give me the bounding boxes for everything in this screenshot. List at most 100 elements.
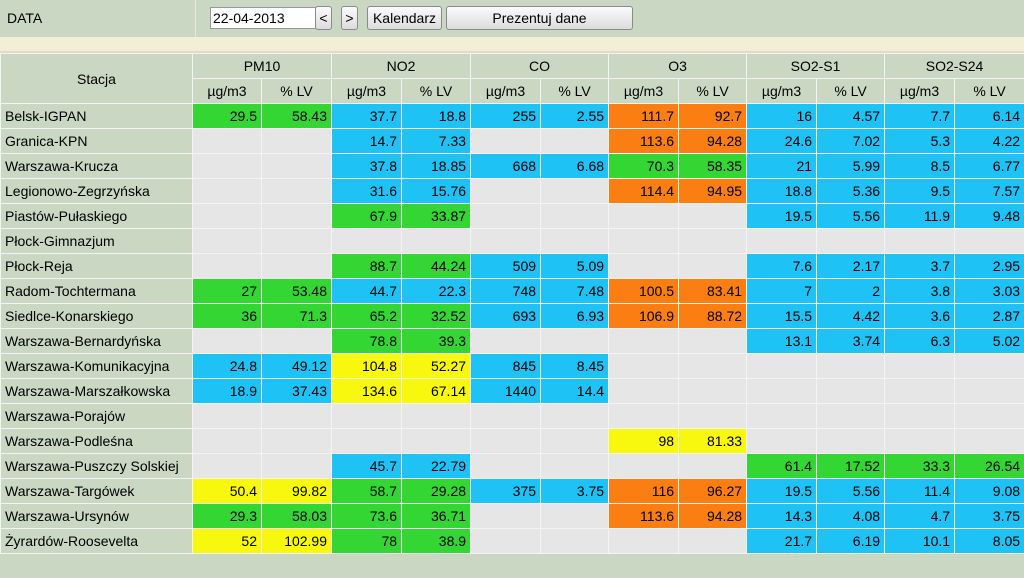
unit-header: µg/m3: [331, 78, 403, 104]
concentration-cell: 45.7: [331, 453, 403, 479]
concentration-cell: 111.7: [608, 103, 680, 129]
percent-lv-cell: 102.99: [260, 528, 333, 554]
concentration-cell: 8.5: [884, 153, 956, 179]
concentration-cell: [884, 428, 956, 454]
concentration-cell: [608, 353, 680, 379]
percent-lv-cell: 5.02: [954, 328, 1024, 354]
percent-lv-cell: [816, 403, 886, 429]
concentration-cell: [192, 403, 262, 429]
percent-lv-cell: [540, 503, 610, 529]
table-row: Warszawa-Podleśna 98 81.33: [0, 428, 1024, 454]
concentration-cell: [746, 378, 818, 404]
percent-lv-cell: 15.76: [401, 178, 472, 204]
concentration-cell: [884, 228, 956, 254]
table-row: Warszawa-Bernardyńska 78.8 39.3 13.1 3.74 6.3…: [0, 328, 1024, 354]
percent-lv-cell: [260, 328, 333, 354]
percent-lv-cell: 44.24: [401, 253, 472, 279]
percent-lv-cell: [678, 378, 748, 404]
concentration-cell: 113.6: [608, 128, 680, 154]
concentration-cell: 3.8: [884, 278, 956, 304]
percent-lv-cell: 99.82: [260, 478, 333, 504]
table-row: Warszawa-Ursynów 29.3 58.03 73.6 36.71 113.6 9…: [0, 503, 1024, 529]
unit-header: % LV: [540, 78, 610, 104]
concentration-cell: 748: [470, 278, 542, 304]
concentration-cell: 9.5: [884, 178, 956, 204]
concentration-cell: [608, 253, 680, 279]
concentration-cell: 19.5: [746, 203, 818, 229]
station-name: Legionowo-Zegrzyńska: [0, 178, 193, 204]
date-label-cell: DATA: [0, 0, 196, 37]
percent-lv-cell: [678, 328, 748, 354]
percent-lv-cell: 7.02: [816, 128, 886, 154]
concentration-cell: 3.7: [884, 253, 956, 279]
concentration-cell: 37.7: [331, 103, 403, 129]
station-name: Warszawa-Porajów: [0, 403, 193, 429]
concentration-cell: 78.8: [331, 328, 403, 354]
percent-lv-cell: [816, 228, 886, 254]
station-name: Warszawa-Targówek: [0, 478, 193, 504]
unit-header: µg/m3: [884, 78, 956, 104]
previous-day-button[interactable]: <: [315, 6, 332, 30]
percent-lv-cell: [260, 428, 333, 454]
percent-lv-cell: 3.03: [954, 278, 1024, 304]
concentration-cell: 845: [470, 353, 542, 379]
concentration-cell: [884, 353, 956, 379]
percent-lv-cell: 71.3: [260, 303, 333, 329]
percent-lv-cell: [678, 253, 748, 279]
station-name: Warszawa-Ursynów: [0, 503, 193, 529]
concentration-cell: [608, 378, 680, 404]
concentration-cell: 61.4: [746, 453, 818, 479]
percent-lv-cell: 5.56: [816, 478, 886, 504]
percent-lv-cell: [678, 528, 748, 554]
concentration-cell: [884, 378, 956, 404]
table-row: Żyrardów-Roosevelta 52 102.99 78 38.9 21.7 6.1…: [0, 528, 1024, 554]
unit-header: µg/m3: [470, 78, 542, 104]
concentration-cell: 50.4: [192, 478, 262, 504]
concentration-cell: 52: [192, 528, 262, 554]
date-input[interactable]: 22-04-2013: [210, 7, 330, 29]
table-row: Granica-KPN 14.7 7.33 113.6 94.28 24.6 7.02 5.3…: [0, 128, 1024, 154]
table-row: Płock-Reja 88.7 44.24 509 5.09 7.6 2.17 3.7 2.95: [0, 253, 1024, 279]
percent-lv-cell: [678, 228, 748, 254]
station-name: Granica-KPN: [0, 128, 193, 154]
next-day-button[interactable]: >: [341, 6, 358, 30]
table-row: Płock-Gimnazjum: [0, 228, 1024, 254]
percent-lv-cell: 5.56: [816, 203, 886, 229]
percent-lv-cell: [678, 353, 748, 379]
calendar-button[interactable]: Kalendarz: [367, 6, 442, 30]
percent-lv-cell: 58.35: [678, 153, 748, 179]
concentration-cell: 18.9: [192, 378, 262, 404]
concentration-cell: 4.7: [884, 503, 956, 529]
percent-lv-cell: 2.55: [540, 103, 610, 129]
percent-lv-cell: 7.48: [540, 278, 610, 304]
pollutant-header: O3: [608, 53, 748, 79]
percent-lv-cell: [540, 428, 610, 454]
percent-lv-cell: [260, 403, 333, 429]
concentration-cell: [746, 403, 818, 429]
percent-lv-cell: 6.93: [540, 303, 610, 329]
concentration-cell: 11.4: [884, 478, 956, 504]
percent-lv-cell: 2.87: [954, 303, 1024, 329]
percent-lv-cell: 22.3: [401, 278, 472, 304]
concentration-cell: [470, 178, 542, 204]
unit-header: µg/m3: [746, 78, 818, 104]
percent-lv-cell: 14.4: [540, 378, 610, 404]
percent-lv-cell: 7.57: [954, 178, 1024, 204]
percent-lv-cell: 7.33: [401, 128, 472, 154]
percent-lv-cell: 58.03: [260, 503, 333, 529]
unit-header: µg/m3: [608, 78, 680, 104]
concentration-cell: 78: [331, 528, 403, 554]
concentration-cell: 33.3: [884, 453, 956, 479]
percent-lv-cell: 53.48: [260, 278, 333, 304]
percent-lv-cell: [401, 228, 472, 254]
percent-lv-cell: 6.14: [954, 103, 1024, 129]
table-row: Warszawa-Krucza 37.8 18.85 668 6.68 70.3 58.35…: [0, 153, 1024, 179]
percent-lv-cell: 4.08: [816, 503, 886, 529]
station-name: Warszawa-Bernardyńska: [0, 328, 193, 354]
present-data-button[interactable]: Prezentuj dane: [446, 6, 633, 30]
unit-header: µg/m3: [192, 78, 262, 104]
percent-lv-cell: 92.7: [678, 103, 748, 129]
percent-lv-cell: [678, 453, 748, 479]
concentration-cell: 36: [192, 303, 262, 329]
concentration-cell: 509: [470, 253, 542, 279]
